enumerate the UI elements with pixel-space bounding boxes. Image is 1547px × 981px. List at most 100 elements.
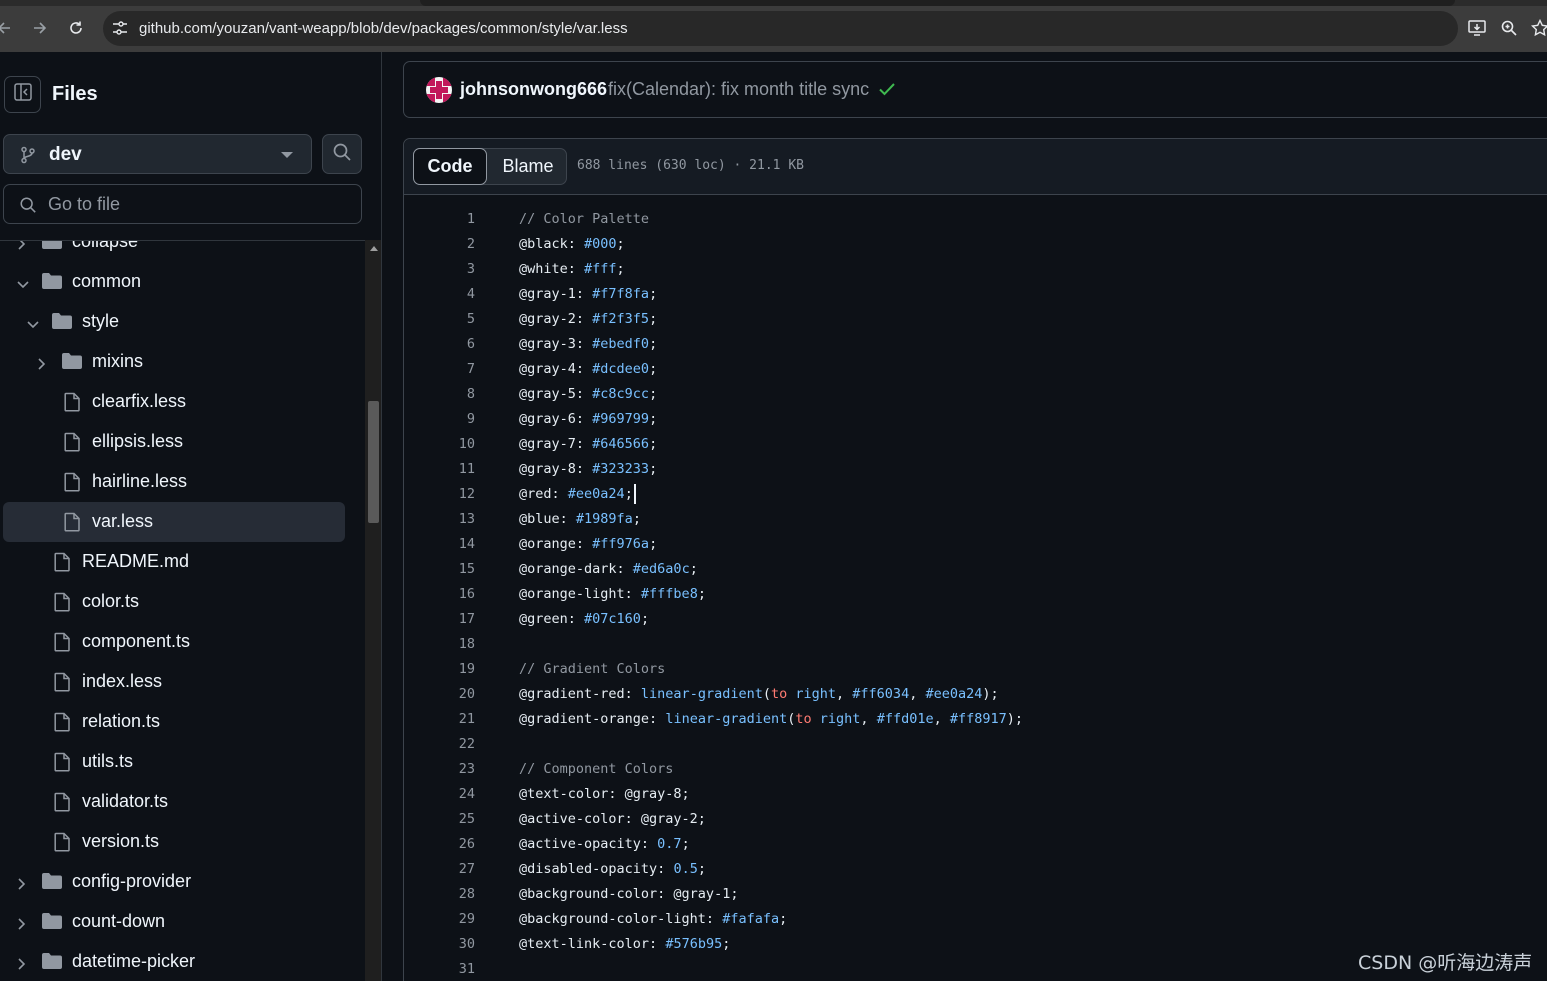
tree-folder[interactable]: style — [3, 302, 345, 342]
code-line[interactable]: 14 @orange: #ff976a; — [404, 532, 1547, 557]
code-text[interactable]: @blue: #1989fa; — [519, 507, 641, 532]
install-app-icon[interactable] — [1466, 17, 1488, 39]
tree-folder[interactable]: config-provider — [3, 862, 345, 902]
code-text[interactable]: @gray-1: #f7f8fa; — [519, 282, 657, 307]
tree-file[interactable]: validator.ts — [3, 782, 345, 822]
tree-folder[interactable]: collapse — [3, 241, 345, 262]
line-number[interactable]: 15 — [434, 557, 475, 582]
code-line[interactable]: 20 @gradient-red: linear-gradient(to righ… — [404, 682, 1547, 707]
code-line[interactable]: 24 @text-color: @gray-8; — [404, 782, 1547, 807]
line-number[interactable]: 23 — [434, 757, 475, 782]
code-line[interactable]: 1 // Color Palette — [404, 207, 1547, 232]
address-bar[interactable]: github.com/youzan/vant-weapp/blob/dev/pa… — [103, 11, 1458, 46]
code-text[interactable]: @gray-6: #969799; — [519, 407, 657, 432]
line-number[interactable]: 2 — [434, 232, 475, 257]
line-number[interactable]: 17 — [434, 607, 475, 632]
code-line[interactable]: 15 @orange-dark: #ed6a0c; — [404, 557, 1547, 582]
forward-icon[interactable] — [28, 16, 52, 40]
line-number[interactable]: 4 — [434, 282, 475, 307]
code-line[interactable]: 8 @gray-5: #c8c9cc; — [404, 382, 1547, 407]
code-text[interactable]: @text-link-color: #576b95; — [519, 932, 730, 957]
tree-file[interactable]: clearfix.less — [3, 382, 345, 422]
url-text[interactable]: github.com/youzan/vant-weapp/blob/dev/pa… — [139, 20, 628, 37]
line-number[interactable]: 22 — [434, 732, 475, 757]
site-info-icon[interactable] — [111, 20, 129, 41]
line-number[interactable]: 29 — [434, 907, 475, 932]
line-number[interactable]: 13 — [434, 507, 475, 532]
tree-file[interactable]: ellipsis.less — [3, 422, 345, 462]
chevron-right-icon[interactable] — [17, 877, 27, 890]
line-number[interactable]: 18 — [434, 632, 475, 657]
scrollbar-thumb[interactable] — [368, 401, 379, 523]
code-text[interactable]: @active-color: @gray-2; — [519, 807, 706, 832]
code-line[interactable]: 28 @background-color: @gray-1; — [404, 882, 1547, 907]
chevron-down-icon[interactable] — [27, 317, 39, 329]
chevron-right-icon[interactable] — [17, 241, 27, 250]
active-tab-edge[interactable] — [420, 0, 1455, 6]
tree-file[interactable]: var.less — [3, 502, 345, 542]
code-line[interactable]: 17 @green: #07c160; — [404, 607, 1547, 632]
line-number[interactable]: 11 — [434, 457, 475, 482]
code-text[interactable]: // Color Palette — [519, 207, 649, 232]
code-text[interactable]: @gradient-red: linear-gradient(to right,… — [519, 682, 999, 707]
code-line[interactable]: 26 @active-opacity: 0.7; — [404, 832, 1547, 857]
code-text[interactable]: @background-color: @gray-1; — [519, 882, 738, 907]
code-line[interactable]: 22 — [404, 732, 1547, 757]
code-text[interactable]: @gray-3: #ebedf0; — [519, 332, 657, 357]
code-text[interactable]: @background-color-light: #fafafa; — [519, 907, 787, 932]
code-text[interactable]: @text-color: @gray-8; — [519, 782, 690, 807]
line-number[interactable]: 8 — [434, 382, 475, 407]
back-icon[interactable] — [0, 16, 16, 40]
code-text[interactable]: @gray-4: #dcdee0; — [519, 357, 657, 382]
tree-file[interactable]: index.less — [3, 662, 345, 702]
code-line[interactable]: 11 @gray-8: #323233; — [404, 457, 1547, 482]
sidebar-collapse-button[interactable] — [4, 76, 41, 113]
avatar[interactable] — [426, 77, 452, 103]
code-line[interactable]: 2 @black: #000; — [404, 232, 1547, 257]
line-number[interactable]: 16 — [434, 582, 475, 607]
code-line[interactable]: 5 @gray-2: #f2f3f5; — [404, 307, 1547, 332]
bookmark-star-icon[interactable] — [1529, 17, 1547, 39]
code-line[interactable]: 29 @background-color-light: #fafafa; — [404, 907, 1547, 932]
code-line[interactable]: 3 @white: #fff; — [404, 257, 1547, 282]
line-number[interactable]: 12 — [434, 482, 475, 507]
line-number[interactable]: 28 — [434, 882, 475, 907]
tree-file[interactable]: relation.ts — [3, 702, 345, 742]
tree-folder[interactable]: common — [3, 262, 345, 302]
line-number[interactable]: 9 — [434, 407, 475, 432]
check-icon[interactable] — [878, 81, 896, 102]
code-line[interactable]: 12 @red: #ee0a24; — [404, 482, 1547, 507]
tab-code[interactable]: Code — [413, 148, 487, 185]
code-line[interactable]: 10 @gray-7: #646566; — [404, 432, 1547, 457]
line-number[interactable]: 25 — [434, 807, 475, 832]
line-number[interactable]: 21 — [434, 707, 475, 732]
code-text[interactable]: @orange: #ff976a; — [519, 532, 657, 557]
code-text[interactable]: @gray-7: #646566; — [519, 432, 657, 457]
scroll-up-arrow-icon[interactable] — [370, 246, 378, 251]
code-text[interactable]: @gray-8: #323233; — [519, 457, 657, 482]
branch-selector[interactable]: dev — [3, 134, 312, 174]
code-text[interactable]: @green: #07c160; — [519, 607, 649, 632]
line-number[interactable]: 7 — [434, 357, 475, 382]
code-text[interactable]: // Component Colors — [519, 757, 673, 782]
commit-author[interactable]: johnsonwong666 — [460, 79, 607, 100]
chevron-right-icon[interactable] — [17, 957, 27, 970]
code-text[interactable]: @gray-5: #c8c9cc; — [519, 382, 657, 407]
line-number[interactable]: 26 — [434, 832, 475, 857]
tree-file[interactable]: version.ts — [3, 822, 345, 862]
code-text[interactable]: @orange-dark: #ed6a0c; — [519, 557, 698, 582]
line-number[interactable]: 31 — [434, 957, 475, 981]
tree-folder[interactable]: mixins — [3, 342, 345, 382]
tab-blame[interactable]: Blame — [488, 149, 568, 184]
line-number[interactable]: 30 — [434, 932, 475, 957]
code-line[interactable]: 16 @orange-light: #fffbe8; — [404, 582, 1547, 607]
code-line[interactable]: 18 — [404, 632, 1547, 657]
tree-file[interactable]: hairline.less — [3, 462, 345, 502]
line-number[interactable]: 3 — [434, 257, 475, 282]
line-number[interactable]: 10 — [434, 432, 475, 457]
search-button[interactable] — [322, 134, 362, 174]
tree-file[interactable]: utils.ts — [3, 742, 345, 782]
zoom-icon[interactable] — [1498, 17, 1520, 39]
code-line[interactable]: 23 // Component Colors — [404, 757, 1547, 782]
code-line[interactable]: 21 @gradient-orange: linear-gradient(to r… — [404, 707, 1547, 732]
